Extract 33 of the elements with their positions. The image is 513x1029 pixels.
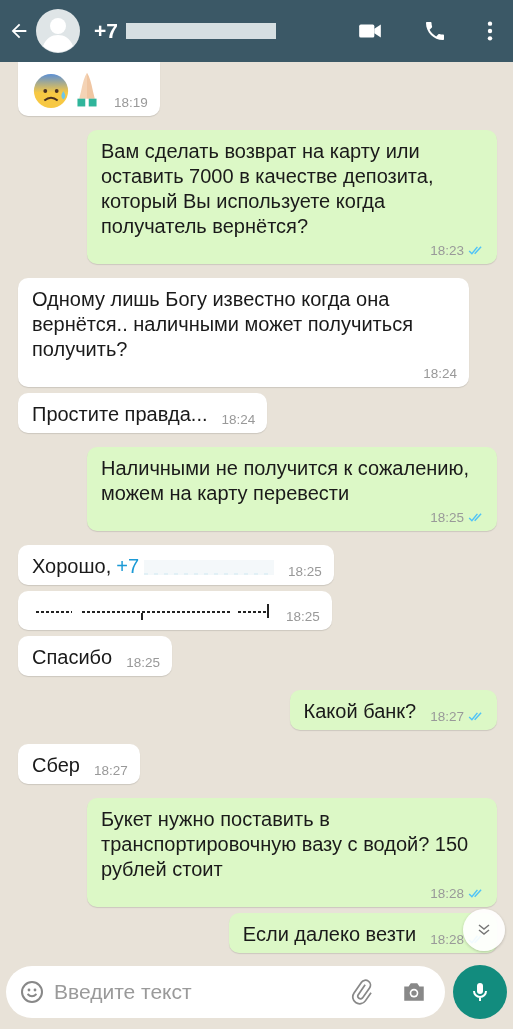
text-input[interactable]: Введите текст — [52, 979, 341, 1005]
microphone-button[interactable] — [453, 965, 507, 1019]
message-input-field[interactable]: Введите текст — [6, 966, 445, 1018]
message-time: 18:23 — [430, 243, 464, 258]
message-text: Какой банк? — [303, 699, 417, 724]
message-time: 18:28 — [430, 932, 464, 947]
message-time: 18:25 — [288, 564, 322, 579]
message-text: Одному лишь Богу известно когда она вернётся.. наличными может получиться получить? — [32, 287, 414, 362]
paperclip-icon[interactable] — [349, 979, 375, 1005]
message-text: Простите правда... — [32, 402, 208, 427]
phone-icon[interactable] — [423, 19, 447, 43]
message-time: 18:25 — [286, 609, 320, 624]
message-text: Спасибо — [32, 645, 113, 670]
contact-name[interactable]: +7 — [94, 19, 118, 43]
message-text: Вам сделать возврат на карту или оставить 7000 в качестве депозита, который Вы используете когда получатель вернётся? — [101, 139, 435, 239]
more-options-icon[interactable] — [487, 20, 493, 42]
double-chevron-down-icon — [476, 922, 492, 938]
message-time: 18:28 — [430, 886, 464, 901]
smiley-icon[interactable] — [20, 980, 44, 1004]
message-time: 18:24 — [221, 412, 256, 427]
message-time: 18:27 — [93, 763, 128, 778]
message-time: 18:19 — [114, 95, 148, 110]
message-time: 18:27 — [430, 709, 464, 724]
message-text: Хорошо, — [32, 554, 112, 579]
message-time: 18:24 — [423, 366, 457, 381]
message-text: Если далеко везти — [242, 922, 417, 947]
message-text: Наличными не получится к сожалению, можем на карту перевести — [101, 456, 471, 506]
message-time: 18:25 — [430, 510, 464, 525]
message-time: 18:25 — [126, 655, 160, 670]
avatar-icon[interactable] — [36, 9, 80, 53]
message-text: Букет нужно поставить в транспортировочную вазу с водой? 150 рублей стоит — [101, 807, 470, 882]
message-text: Сбер — [32, 753, 80, 778]
anxious-face-emoji-icon — [32, 72, 70, 110]
